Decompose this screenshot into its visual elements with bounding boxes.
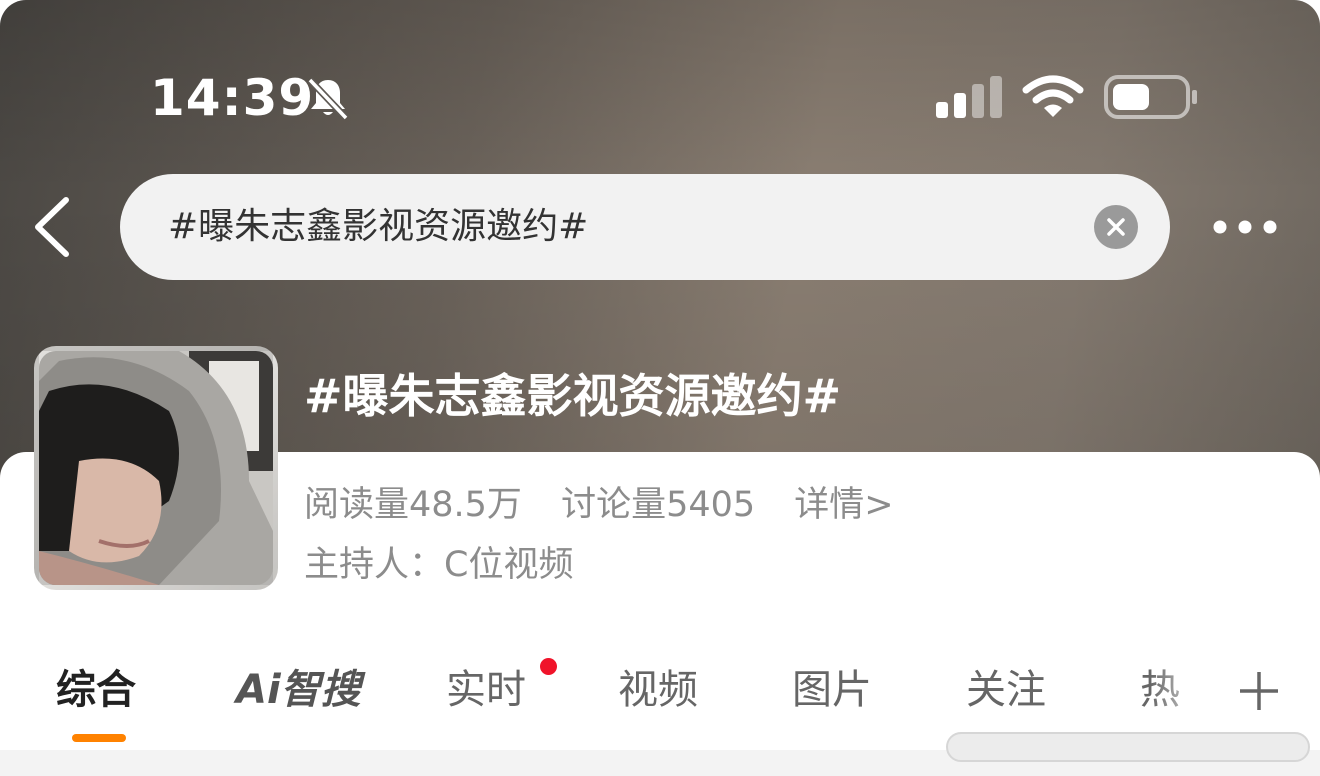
discussion-count: 讨论量5405 bbox=[561, 485, 756, 525]
tab-comprehensive[interactable]: 综合 bbox=[56, 662, 136, 718]
topic-stats: 阅读量48.5万 讨论量5405 详情> bbox=[304, 480, 922, 530]
search-bar[interactable]: #曝朱志鑫影视资源邀约# bbox=[120, 174, 1170, 280]
portrait-photo bbox=[39, 351, 273, 585]
topic-host[interactable]: 主持人：C位视频 bbox=[304, 540, 573, 590]
status-time: 14:39 bbox=[150, 69, 315, 127]
wifi-icon bbox=[1022, 75, 1084, 117]
search-input[interactable]: #曝朱志鑫影视资源邀约# bbox=[168, 202, 588, 252]
realtime-badge-dot bbox=[540, 658, 557, 675]
topic-title: #曝朱志鑫影视资源邀约# bbox=[304, 369, 842, 423]
back-chevron-icon[interactable] bbox=[30, 196, 74, 258]
clear-search-button[interactable] bbox=[1094, 205, 1138, 249]
tabs-fade-overlay bbox=[1150, 650, 1240, 730]
cellular-signal-icon bbox=[936, 76, 1002, 118]
tab-video[interactable]: 视频 bbox=[618, 662, 698, 718]
tab-following[interactable]: 关注 bbox=[966, 662, 1046, 718]
topic-avatar-image[interactable] bbox=[34, 346, 278, 590]
active-tab-indicator bbox=[72, 734, 126, 742]
details-link[interactable]: 详情> bbox=[794, 485, 893, 525]
tab-realtime[interactable]: 实时 bbox=[446, 662, 526, 718]
clear-icon bbox=[1107, 218, 1125, 236]
bell-slash-icon bbox=[307, 77, 349, 121]
tab-ai-search[interactable]: Ai智搜 bbox=[236, 662, 361, 718]
more-icon[interactable] bbox=[1212, 218, 1278, 236]
battery-icon bbox=[1104, 75, 1197, 119]
read-count: 阅读量48.5万 bbox=[304, 485, 522, 525]
tab-pictures[interactable]: 图片 bbox=[792, 662, 872, 718]
add-tab-icon[interactable] bbox=[1238, 670, 1280, 712]
scroll-indicator[interactable] bbox=[946, 732, 1310, 762]
